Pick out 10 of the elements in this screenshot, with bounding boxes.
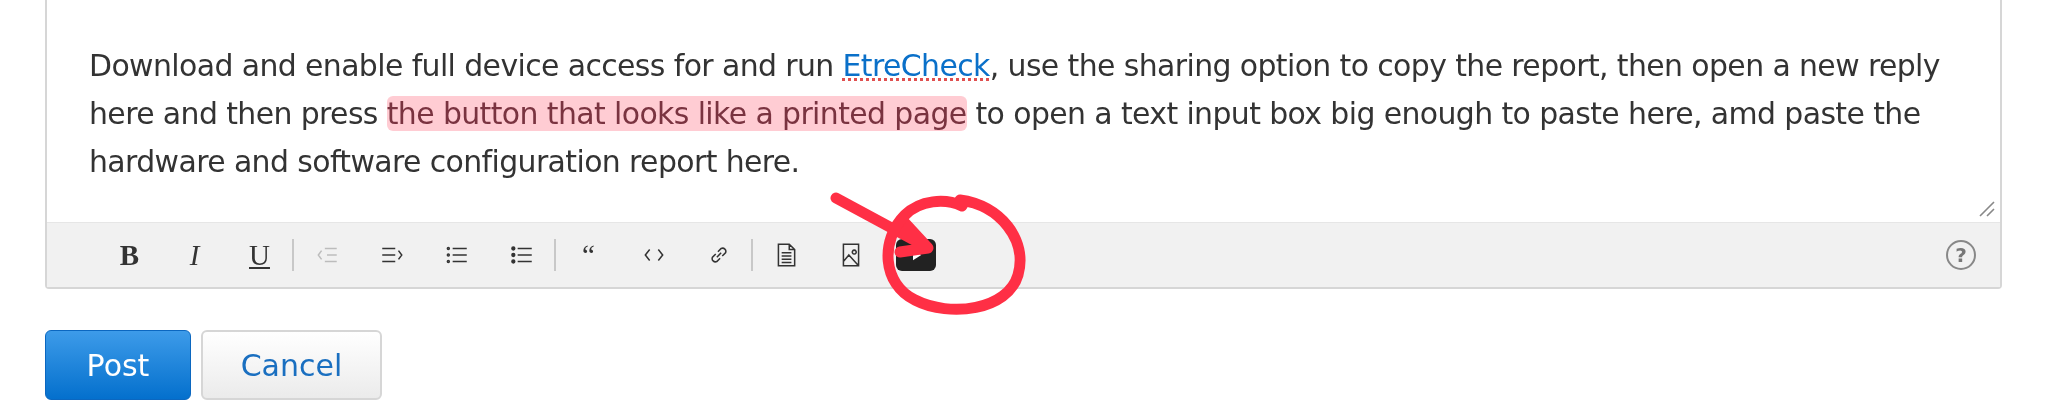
italic-button[interactable]: I (162, 233, 227, 277)
post-text: Download and enable full device access for and run EtreCheck, use the sharing option to copy the report, then open a new reply here and then press the button that looks like a printed page to open a text input box big enough to paste here, amd paste the hardware and software configuration report here. (89, 47, 1941, 181)
help-button[interactable]: ? (1946, 240, 1976, 270)
quote-button[interactable]: “ (556, 233, 621, 277)
resize-handle-icon[interactable] (1978, 200, 1996, 218)
post-button[interactable]: Post (45, 330, 191, 400)
bold-button[interactable]: B (97, 233, 162, 277)
cancel-button[interactable]: Cancel (201, 330, 382, 400)
etrecheck-link[interactable]: EtreCheck (842, 48, 990, 83)
underline-button[interactable]: U (227, 233, 292, 277)
